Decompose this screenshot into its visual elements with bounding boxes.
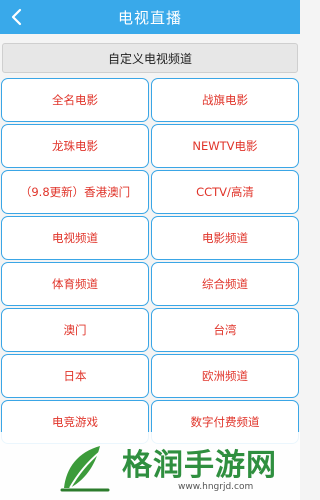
- watermark-text: 格润手游网: [122, 448, 277, 483]
- top-bar: 电视直播: [0, 0, 300, 34]
- channel-button[interactable]: NEWTV电影: [151, 124, 299, 168]
- channel-button[interactable]: 日本: [1, 354, 149, 398]
- channel-button[interactable]: 综合频道: [151, 262, 299, 306]
- chevron-left-icon: [11, 8, 22, 26]
- channel-button[interactable]: 全名电影: [1, 78, 149, 122]
- watermark-url: www.hngrjd.com: [178, 482, 254, 492]
- leaf-logo-icon: [60, 446, 110, 492]
- channel-grid: 全名电影 战旗电影 龙珠电影 NEWTV电影 （9.8更新）香港澳门 CCTV/…: [0, 78, 300, 446]
- channel-button[interactable]: 体育频道: [1, 262, 149, 306]
- channel-button[interactable]: 龙珠电影: [1, 124, 149, 168]
- channel-button[interactable]: 台湾: [151, 308, 299, 352]
- page-title: 电视直播: [117, 8, 182, 27]
- channel-button[interactable]: 电影频道: [151, 216, 299, 260]
- channel-button[interactable]: （9.8更新）香港澳门: [1, 170, 149, 214]
- custom-channel-button[interactable]: 自定义电视频道: [2, 43, 298, 73]
- channel-button[interactable]: CCTV/高清: [151, 170, 299, 214]
- channel-button[interactable]: 澳门: [1, 308, 149, 352]
- channel-button[interactable]: 电视频道: [1, 216, 149, 260]
- channel-button[interactable]: 欧洲频道: [151, 354, 299, 398]
- back-button[interactable]: [6, 7, 26, 27]
- site-watermark: 格润手游网 www.hngrjd.com: [0, 432, 300, 500]
- channel-button[interactable]: 战旗电影: [151, 78, 299, 122]
